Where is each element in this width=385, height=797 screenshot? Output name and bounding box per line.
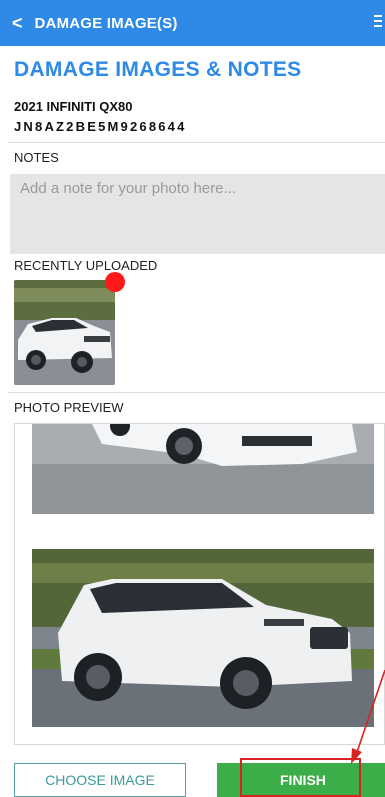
- vehicle-vin: JN8AZ2BE5M9268644: [14, 119, 187, 134]
- chevron-left-icon[interactable]: <: [12, 14, 23, 32]
- notes-input[interactable]: [10, 174, 385, 254]
- photo-preview-label: PHOTO PREVIEW: [14, 400, 124, 415]
- notes-label: NOTES: [14, 150, 59, 165]
- photo-preview-scroll[interactable]: [14, 423, 385, 745]
- divider: [8, 142, 385, 143]
- header-title: DAMAGE IMAGE(S): [34, 14, 178, 32]
- top-app-bar: < DAMAGE IMAGE(S): [0, 0, 385, 46]
- choose-image-button[interactable]: CHOOSE IMAGE: [14, 763, 186, 797]
- recently-uploaded-label: RECENTLY UPLOADED: [14, 258, 158, 273]
- new-upload-badge: [105, 272, 125, 292]
- divider: [8, 392, 385, 393]
- finish-button[interactable]: FINISH: [217, 763, 385, 797]
- recent-upload-thumbnail[interactable]: [14, 280, 115, 385]
- preview-photo: [32, 549, 374, 727]
- page-title: DAMAGE IMAGES & NOTES: [14, 58, 302, 81]
- vehicle-name: 2021 INFINITI QX80: [14, 99, 133, 114]
- hamburger-menu-icon[interactable]: [374, 15, 382, 27]
- preview-photo: [32, 424, 374, 514]
